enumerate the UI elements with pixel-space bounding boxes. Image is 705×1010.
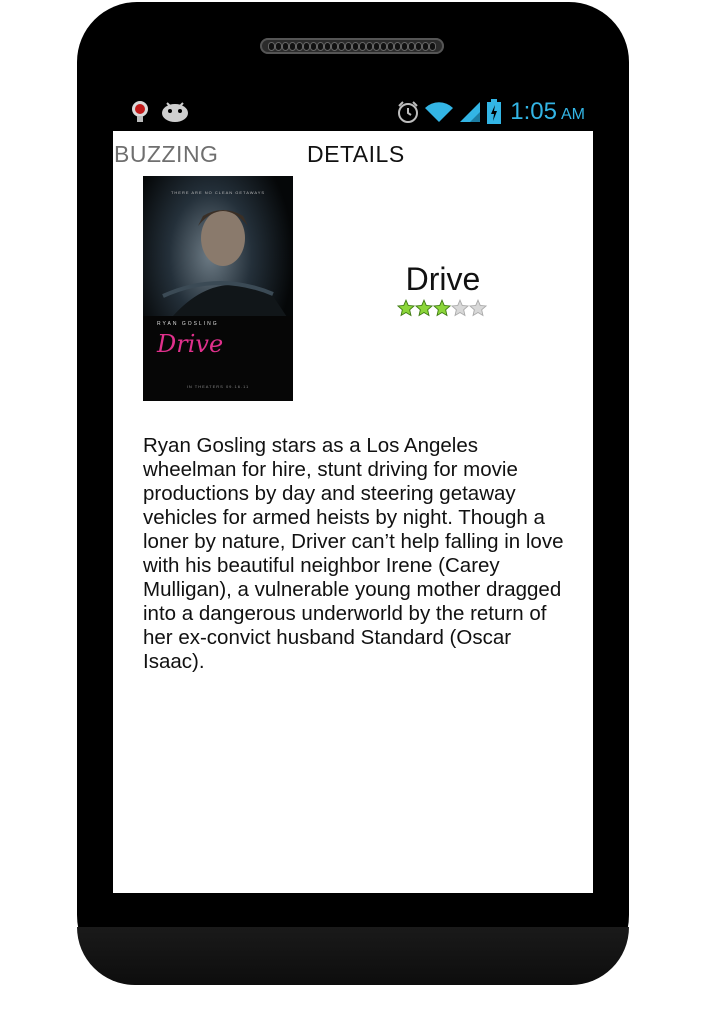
app-screen: BUZZING DETAILS THERE ARE NO CLEAN GETAW… <box>113 131 593 893</box>
speaker-grille <box>260 38 444 54</box>
status-bar: 1:05 AM <box>113 92 593 130</box>
poster-tagline: THERE ARE NO CLEAN GETAWAYS <box>170 190 266 195</box>
poster-title: Drive <box>157 330 224 358</box>
tab-strip: BUZZING DETAILS <box>113 141 593 169</box>
signal-icon <box>460 102 481 122</box>
star-empty-icon <box>469 299 487 317</box>
star-rating <box>397 299 487 317</box>
android-icon <box>162 102 188 122</box>
star-empty-icon <box>451 299 469 317</box>
movie-poster: THERE ARE NO CLEAN GETAWAYS RYAN GOSLING… <box>143 176 293 401</box>
movie-synopsis: Ryan Gosling stars as a Los Angeles whee… <box>143 434 564 673</box>
wifi-icon <box>425 102 454 122</box>
tab-buzzing[interactable]: BUZZING <box>114 141 218 168</box>
poster-art <box>143 176 293 401</box>
alarm-icon <box>398 101 419 123</box>
notification-icon <box>132 101 148 122</box>
tab-details[interactable]: DETAILS <box>307 141 405 168</box>
star-filled-icon <box>415 299 433 317</box>
poster-actor: RYAN GOSLING <box>157 321 219 327</box>
phone-chin <box>77 927 629 985</box>
star-filled-icon <box>433 299 451 317</box>
battery-icon <box>487 99 502 124</box>
status-clock: 1:05 AM <box>510 98 585 125</box>
poster-footer: IN THEATERS 09.16.11 <box>186 384 250 389</box>
movie-title: Drive <box>405 261 481 297</box>
star-filled-icon <box>397 299 415 317</box>
